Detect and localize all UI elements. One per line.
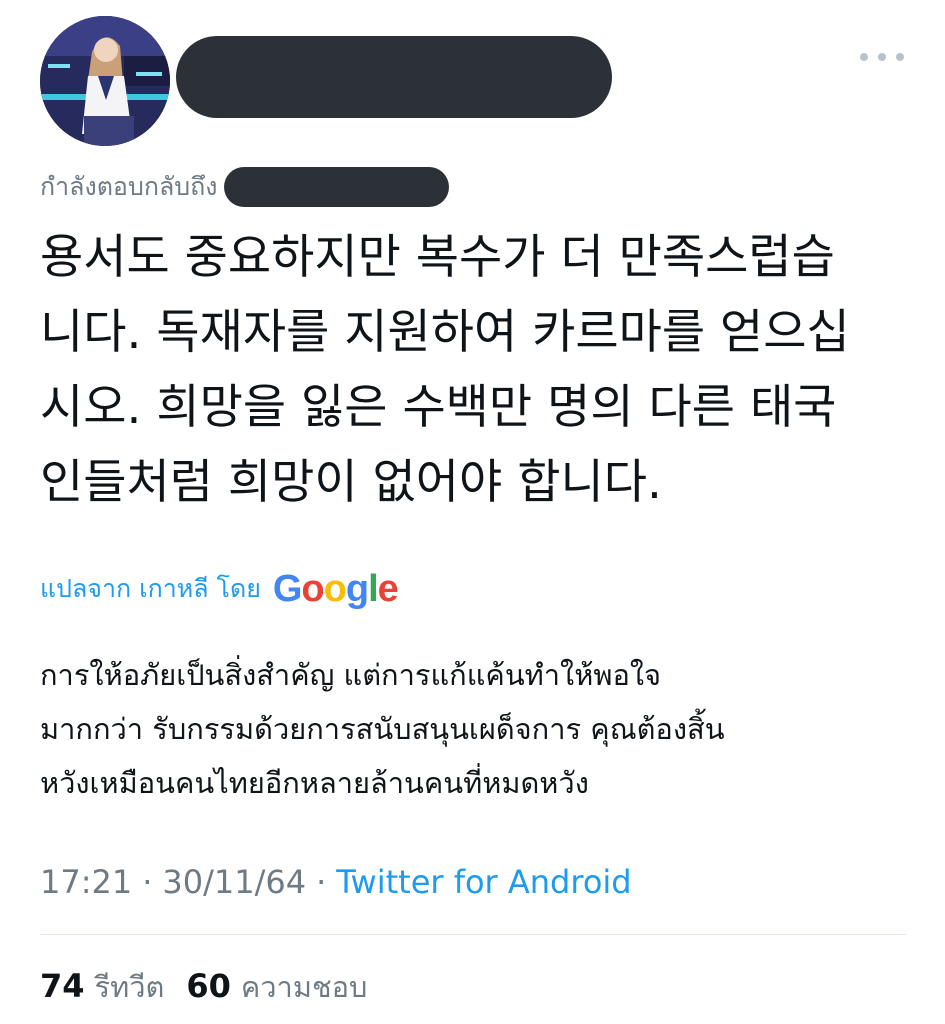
redacted-display-name (176, 36, 612, 118)
tweet-metadata: 17:21 · 30/11/64 · Twitter for Android (40, 858, 632, 906)
more-dot (896, 53, 904, 61)
tweet-detail: กำลังตอบกลับถึง 용서도 중요하지만 복수가 더 만족스럽습 니다… (0, 0, 945, 1024)
translated-text: การให้อภัยเป็นสิ่งสำคัญ แต่การแก้แค้นทำใ… (40, 648, 920, 810)
meta-separator: · (142, 863, 153, 901)
tweet-text-line: 인들처럼 희망이 없어야 합니다. (40, 455, 662, 510)
translated-text-line: หวังเหมือนคนไทยอีกหลายล้านคนที่หมดหวัง (40, 766, 589, 800)
more-dot (878, 53, 886, 61)
tweet-text-line: 시오. 희망을 잃은 수백만 명의 다른 태국 (40, 380, 837, 435)
redacted-reply-handle[interactable] (223, 167, 449, 207)
translated-from-link[interactable]: แปลจาก เกาหลี โดย (40, 569, 261, 609)
tweet-time[interactable]: 17:21 (40, 863, 132, 901)
engagement-stats: 74 รีทวีต 60 ความชอบ (40, 962, 389, 1012)
translated-text-line: การให้อภัยเป็นสิ่งสำคัญ แต่การแก้แค้นทำใ… (40, 658, 662, 692)
translated-text-line: มากกว่า รับกรรมด้วยการสนับสนุนเผด็จการ ค… (40, 712, 725, 746)
google-letter: G (272, 567, 303, 610)
likes-count: 60 (186, 967, 231, 1005)
google-letter: l (368, 567, 379, 610)
likes-stat[interactable]: 60 ความชอบ (186, 964, 367, 1010)
meta-separator: · (316, 863, 327, 901)
more-dot (860, 53, 868, 61)
google-logo: Google (272, 567, 399, 611)
more-horizontal-icon[interactable] (860, 44, 904, 70)
retweets-label: รีทวีต (94, 970, 165, 1004)
translation-attribution: แปลจาก เกาหลี โดย Google (40, 566, 399, 612)
google-letter: g (345, 567, 369, 610)
divider (40, 934, 906, 935)
tweet-text-line: 용서도 중요하지만 복수가 더 만족스럽습 (40, 230, 835, 285)
google-letter: e (377, 567, 399, 610)
tweet-text-line: 니다. 독재자를 지원하여 카르마를 얻으십 (40, 305, 850, 360)
google-letter: o (323, 567, 347, 610)
avatar-image (40, 16, 170, 146)
google-letter: o (301, 567, 324, 610)
replying-to-label: กำลังตอบกลับถึง (40, 172, 218, 201)
tweet-date[interactable]: 30/11/64 (162, 863, 306, 901)
profile-avatar[interactable] (40, 16, 170, 146)
likes-label: ความชอบ (240, 970, 368, 1004)
tweet-source-link[interactable]: Twitter for Android (336, 863, 631, 901)
retweets-count: 74 (40, 967, 85, 1005)
retweets-stat[interactable]: 74 รีทวีต (40, 964, 164, 1010)
tweet-text: 용서도 중요하지만 복수가 더 만족스럽습 니다. 독재자를 지원하여 카르마를… (40, 220, 920, 520)
replying-to: กำลังตอบกลับถึง (40, 166, 449, 208)
